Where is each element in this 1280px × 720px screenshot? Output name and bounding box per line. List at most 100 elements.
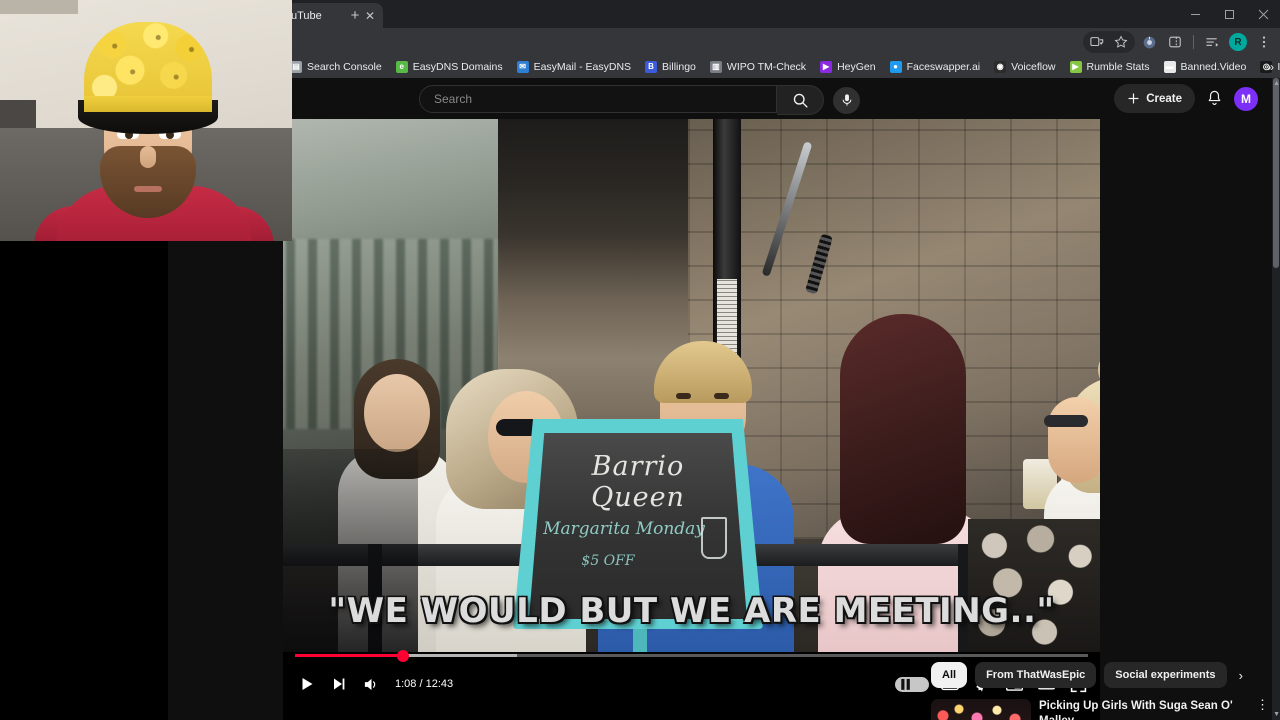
chalkboard-line-1: Barrio Queen — [591, 451, 685, 513]
volume-icon — [364, 678, 375, 690]
webcam-shelf — [0, 0, 78, 14]
bookmark-label: Banned.Video — [1180, 61, 1247, 73]
close-button[interactable] — [1246, 0, 1280, 28]
bell-icon — [1208, 90, 1221, 105]
bookmark-item[interactable]: ◉ Voiceflow — [987, 57, 1062, 77]
browser-profile-avatar[interactable]: R — [1226, 30, 1250, 54]
bookmark-item[interactable]: ▶ HeyGen — [813, 57, 883, 77]
scroll-up-arrow[interactable]: ▲ — [1273, 80, 1280, 87]
bookmark-favicon-icon: B — [645, 61, 658, 73]
tab-close-icon[interactable]: ✕ — [365, 10, 375, 22]
browser-tab[interactable]: uTube ✕ — [283, 3, 383, 28]
bookmarks-overflow-button[interactable]: » — [1267, 60, 1274, 74]
maximize-button[interactable] — [1212, 0, 1246, 28]
youtube-page: Create M — [283, 78, 1280, 720]
bookmark-favicon-icon: ▬ — [1163, 61, 1176, 73]
notifications-button[interactable] — [1205, 89, 1224, 108]
search-icon — [793, 93, 808, 108]
microphone-icon — [842, 94, 851, 106]
toolbar-divider — [1193, 35, 1194, 49]
scene-man-eye-right — [714, 393, 729, 399]
scrollbar-thumb[interactable] — [1273, 78, 1279, 268]
play-button[interactable] — [291, 666, 323, 702]
reading-list-icon[interactable] — [1200, 30, 1224, 54]
install-app-icon[interactable] — [1085, 30, 1109, 54]
page-scrollbar[interactable] — [1272, 78, 1280, 720]
chips-next-arrow-icon[interactable]: › — [1235, 668, 1243, 683]
more-menu-icon[interactable] — [1252, 30, 1276, 54]
search-button[interactable] — [777, 85, 824, 115]
youtube-masthead: Create M — [283, 78, 1280, 119]
next-video-button[interactable] — [323, 666, 355, 702]
chalkboard-line-3: $5 OFF — [581, 553, 635, 569]
autoplay-indicator: ▐▐ — [895, 676, 929, 692]
search-area — [419, 85, 860, 115]
bookmark-label: Rumble Stats — [1086, 61, 1150, 73]
volume-button[interactable] — [355, 666, 387, 702]
profile-initial: R — [1229, 33, 1247, 51]
video-scene: NO FIRE — [283, 119, 1100, 652]
recommendation-thumbnail[interactable] — [931, 699, 1031, 720]
video-caption: "WE WOULD BUT WE ARE MEETING.." — [328, 591, 1055, 631]
bookmark-favicon-icon: ▶ — [1069, 61, 1082, 73]
toolbar-actions: R — [1083, 28, 1276, 56]
progress-bar[interactable] — [295, 649, 1088, 662]
create-button[interactable]: Create — [1114, 84, 1195, 113]
webcam-hat-band — [84, 96, 212, 112]
autoplay-toggle[interactable]: ▐▐ — [890, 666, 934, 702]
controls-left: 1:08 / 12:43 — [283, 666, 461, 702]
bookmark-favicon-icon: ● — [889, 61, 902, 73]
bookmark-item[interactable]: ▥ WIPO TM-Check — [703, 57, 813, 77]
split-view-icon[interactable] — [1163, 30, 1187, 54]
bookmark-star-icon[interactable] — [1109, 30, 1133, 54]
bookmark-item[interactable]: e EasyDNS Domains — [389, 57, 510, 77]
time-display: 1:08 / 12:43 — [395, 678, 454, 690]
omnibox-actions — [1083, 31, 1135, 53]
video-letterbox-left — [0, 241, 168, 720]
bookmark-favicon-icon: ▶ — [820, 61, 833, 73]
video-player[interactable]: NO FIRE — [283, 119, 1100, 720]
bookmark-item[interactable]: ▤ Search Console — [283, 57, 389, 77]
bookmark-item[interactable]: ▶ Rumble Stats — [1063, 57, 1157, 77]
search-input[interactable] — [434, 92, 776, 106]
voice-search-button[interactable] — [833, 86, 860, 114]
bookmark-label: WIPO TM-Check — [726, 61, 807, 73]
bookmark-item[interactable]: B Billingo — [638, 57, 703, 77]
search-box[interactable] — [419, 85, 777, 113]
create-label: Create — [1146, 92, 1182, 105]
scene-bun-woman-face — [1048, 397, 1100, 483]
minimize-button[interactable] — [1178, 0, 1212, 28]
account-avatar[interactable]: M — [1234, 86, 1258, 111]
bookmark-item[interactable]: ✉ EasyMail - EasyDNS — [510, 57, 638, 77]
scroll-down-arrow[interactable]: ▼ — [1273, 711, 1280, 718]
extension-icon[interactable] — [1137, 30, 1161, 54]
window-controls — [1178, 0, 1280, 28]
bookmark-label: Billingo — [662, 61, 696, 73]
filter-chip[interactable]: Social experiments — [1104, 662, 1227, 688]
video-frame: NO FIRE — [283, 119, 1100, 652]
bookmark-label: EasyMail - EasyDNS — [533, 61, 632, 73]
recommendation-title[interactable]: Picking Up Girls With Suga Sean O' Malle… — [1039, 699, 1244, 720]
masthead-actions: Create M — [1114, 84, 1258, 113]
chalkboard-glass-doodle — [701, 517, 727, 559]
webcam-overlay — [0, 0, 292, 241]
tab-title: uTube — [291, 9, 322, 22]
filter-chip[interactable]: All — [931, 662, 968, 688]
filter-chip[interactable]: From ThatWasEpic — [975, 662, 1097, 688]
next-video-icon — [334, 678, 345, 690]
bookmark-label: Search Console — [307, 61, 382, 73]
plus-icon — [1128, 93, 1139, 104]
play-icon — [302, 678, 313, 690]
browser-window: uTube ✕ + R ▤ Search Console e EasyDNS D… — [0, 0, 1280, 720]
recommendation-menu-icon[interactable]: ⋮ — [1256, 698, 1269, 720]
bookmark-favicon-icon: ◉ — [994, 61, 1007, 73]
progress-scrubber[interactable] — [396, 649, 409, 662]
scene-bun-woman-sunglasses — [1044, 415, 1088, 427]
webcam-lips — [134, 186, 162, 192]
new-tab-button[interactable]: + — [345, 6, 365, 26]
bookmark-item[interactable]: ● Faceswapper.ai — [883, 57, 988, 77]
recommendation-filter-chips: All From ThatWasEpic Social experiments › — [931, 662, 1280, 688]
webcam-nose — [140, 146, 156, 168]
bookmark-item[interactable]: ▬ Banned.Video — [1157, 57, 1254, 77]
bookmark-favicon-icon: e — [395, 61, 408, 73]
